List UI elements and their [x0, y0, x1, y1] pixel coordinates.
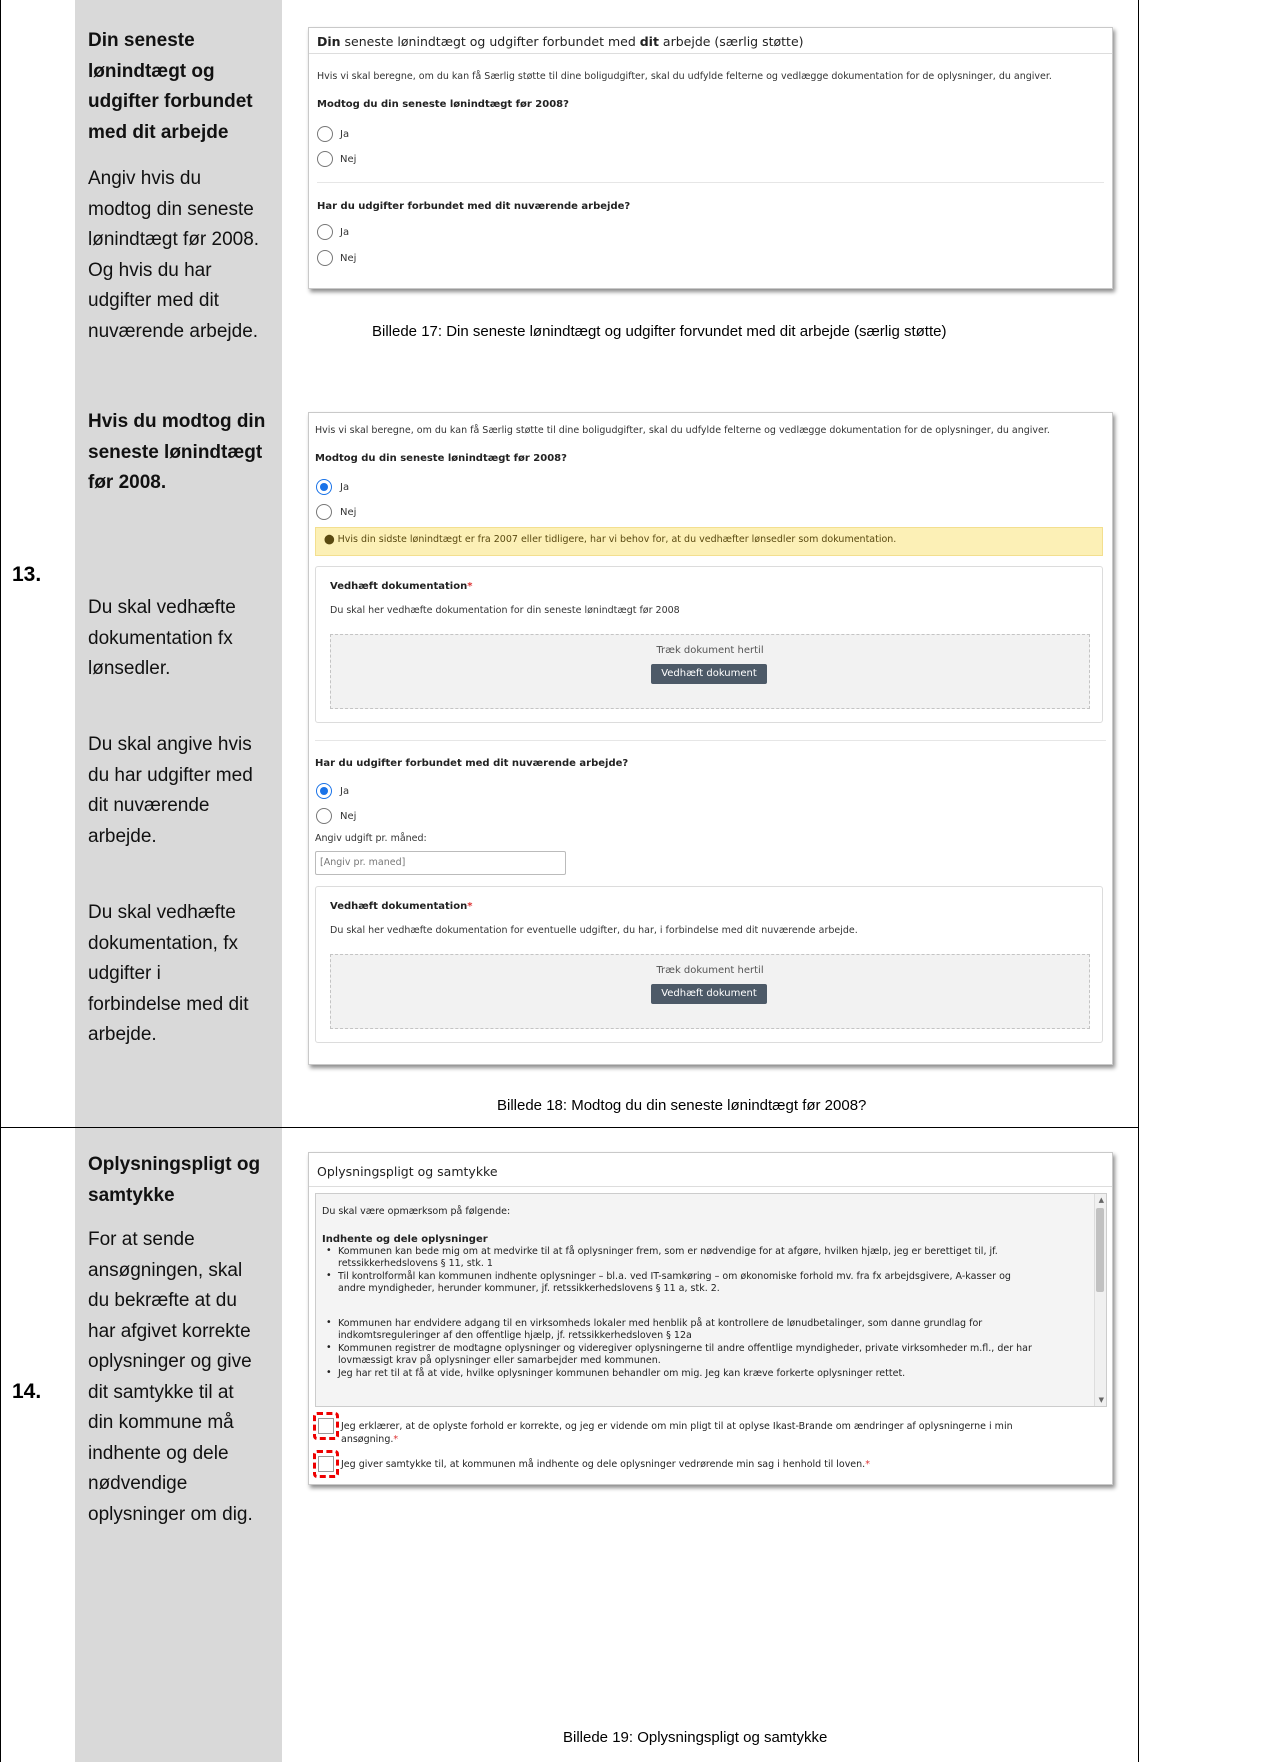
notice-text: Du skal være opmærksom på følgende:: [322, 1206, 511, 1217]
declaration-checkbox[interactable]: [318, 1418, 334, 1434]
radio-income-no-label: Nej: [340, 507, 357, 518]
caption-19: Billede 19: Oplysningspligt og samtykke: [563, 1729, 828, 1746]
row-divider: [0, 1127, 1139, 1128]
separator: [317, 182, 1104, 183]
screenshot-panel-19: Oplysningspligt og samtykke Du skal være…: [308, 1152, 1113, 1485]
panel-title: Oplysningspligt og samtykke: [309, 1153, 1112, 1187]
terms-line: Til kontrolformål kan kommunen indhente …: [338, 1271, 1011, 1282]
radio-expenses-yes-label: Ja: [340, 227, 350, 238]
intro-text: Hvis vi skal beregne, om du kan få Særli…: [315, 425, 1050, 436]
bullet-dot: •: [326, 1367, 332, 1378]
step14-title: Oplysningspligt og samtykke: [88, 1154, 261, 1206]
consent-checkbox[interactable]: [318, 1456, 334, 1472]
panel-title: Din seneste lønindtægt og udgifter forbu…: [309, 28, 1112, 54]
radio-income-yes[interactable]: [316, 479, 332, 495]
scroll-up-icon[interactable]: ▲: [1099, 1196, 1104, 1204]
caption-18: Billede 18: Modtog du din seneste lønind…: [497, 1097, 867, 1114]
intro-text: Hvis vi skal beregne, om du kan få Særli…: [317, 71, 1052, 82]
screenshot-panel-18: Hvis vi skal beregne, om du kan få Særli…: [308, 412, 1113, 1065]
radio-expenses-yes[interactable]: [316, 783, 332, 799]
step13b-attach-description: Du skal vedhæfte dokumentation fx lønsedle…: [88, 597, 236, 679]
radio-expenses-no[interactable]: [316, 808, 332, 824]
dropzone[interactable]: Træk dokument hertil Vedhæft dokument: [330, 634, 1090, 709]
radio-income-yes-label: Ja: [340, 129, 350, 140]
terms-line: lovmæssigt krav på oplysninger eller sam…: [338, 1355, 661, 1366]
radio-expenses-no[interactable]: [317, 250, 333, 266]
radio-expenses-yes-label: Ja: [340, 786, 350, 797]
radio-income-no-label: Nej: [340, 154, 357, 165]
table-border-right: [1138, 0, 1139, 1762]
scrollbar[interactable]: ▲ ▼: [1094, 1194, 1106, 1406]
radio-expenses-no-label: Nej: [340, 253, 357, 264]
bullet-dot: •: [326, 1342, 332, 1353]
attachment-description: Du skal her vedhæfte dokumentation for d…: [330, 605, 680, 616]
scroll-down-icon[interactable]: ▼: [1099, 1396, 1104, 1404]
terms-line: retssikkerhedslovens § 11, stk. 1: [338, 1258, 493, 1269]
question-expenses: Har du udgifter forbundet med dit nuvære…: [315, 758, 629, 769]
bullet-dot: •: [326, 1245, 332, 1256]
terms-line: Kommunen har endvidere adgang til en vir…: [338, 1318, 983, 1329]
question-income: Modtog du din seneste lønindtægt før 200…: [315, 453, 567, 464]
radio-income-no[interactable]: [317, 151, 333, 167]
step13-title: Din seneste lønindtægt og udgifter forbund…: [88, 30, 253, 143]
info-icon: ⬤: [324, 534, 338, 545]
step13b-expense-description: Du skal angive hvis du har udgifter med di…: [88, 734, 253, 847]
table-border-left: [0, 0, 1, 1762]
terms-scrollbox[interactable]: Du skal være opmærksom på følgende: Indh…: [315, 1193, 1107, 1407]
info-alert: ⬤ Hvis din sidste lønindtægt er fra 2007…: [315, 527, 1103, 556]
attachment-title: Vedhæft dokumentation*: [330, 581, 473, 592]
step14-description: For at sende ansøgningen, skal du bekræfte…: [88, 1229, 253, 1525]
attachment-box-expenses: Vedhæft dokumentation* Du skal her vedhæ…: [315, 886, 1103, 1043]
terms-line: Jeg har ret til at få at vide, hvilke op…: [338, 1368, 906, 1379]
step13b-expense-attach-description: Du skal vedhæfte dokumentation, fx udgifte…: [88, 902, 249, 1045]
bullet-dot: •: [326, 1270, 332, 1281]
attachment-box-income: Vedhæft dokumentation* Du skal her vedhæ…: [315, 566, 1103, 723]
dropzone-text: Træk dokument hertil: [656, 645, 764, 656]
radio-expenses-no-label: Nej: [340, 811, 357, 822]
question-income: Modtog du din seneste lønindtægt før 200…: [317, 99, 569, 110]
declaration-label: Jeg erklærer, at de oplyste forhold er k…: [341, 1421, 1013, 1445]
step13b-title: Hvis du modtog din seneste lønindtægt før …: [88, 411, 266, 493]
expense-label: Angiv udgift pr. måned:: [315, 833, 427, 844]
radio-income-yes[interactable]: [317, 126, 333, 142]
step13-description: Angiv hvis du modtog din seneste lønindtæg…: [88, 168, 260, 342]
terms-line: indkomtsreguleringer af den offentlige h…: [338, 1330, 692, 1341]
attachment-title: Vedhæft dokumentation*: [330, 901, 473, 912]
radio-income-no[interactable]: [316, 504, 332, 520]
dropzone[interactable]: Træk dokument hertil Vedhæft dokument: [330, 954, 1090, 1029]
expense-input[interactable]: [Angiv pr. maned]: [315, 851, 566, 875]
attachment-description: Du skal her vedhæfte dokumentation for e…: [330, 925, 858, 936]
section-heading: Indhente og dele oplysninger: [322, 1234, 488, 1245]
attach-document-button[interactable]: Vedhæft dokument: [651, 664, 767, 684]
step-number-14: 14.: [12, 1380, 42, 1403]
bullet-dot: •: [326, 1317, 332, 1328]
caption-17: Billede 17: Din seneste lønindtægt og ud…: [372, 323, 947, 340]
terms-line: andre myndigheder, herunder kommuner, jf…: [338, 1283, 720, 1294]
dropzone-text: Træk dokument hertil: [656, 965, 764, 976]
attach-document-button[interactable]: Vedhæft dokument: [651, 984, 767, 1004]
scroll-thumb[interactable]: [1096, 1208, 1104, 1292]
separator: [315, 740, 1106, 741]
radio-income-yes-label: Ja: [340, 482, 350, 493]
terms-line: Kommunen kan bede mig om at medvirke til…: [338, 1246, 998, 1257]
question-expenses: Har du udgifter forbundet med dit nuvære…: [317, 201, 631, 212]
document-page: 13. 14. Din seneste lønindtægt og udgifter…: [0, 0, 1279, 1762]
consent-label: Jeg giver samtykke til, at kommunen må i…: [341, 1459, 870, 1470]
step-number-13: 13.: [12, 563, 42, 586]
screenshot-panel-17: Din seneste lønindtægt og udgifter forbu…: [308, 27, 1113, 289]
radio-expenses-yes[interactable]: [317, 224, 333, 240]
terms-line: Kommunen registrer de modtagne oplysning…: [338, 1343, 1032, 1354]
